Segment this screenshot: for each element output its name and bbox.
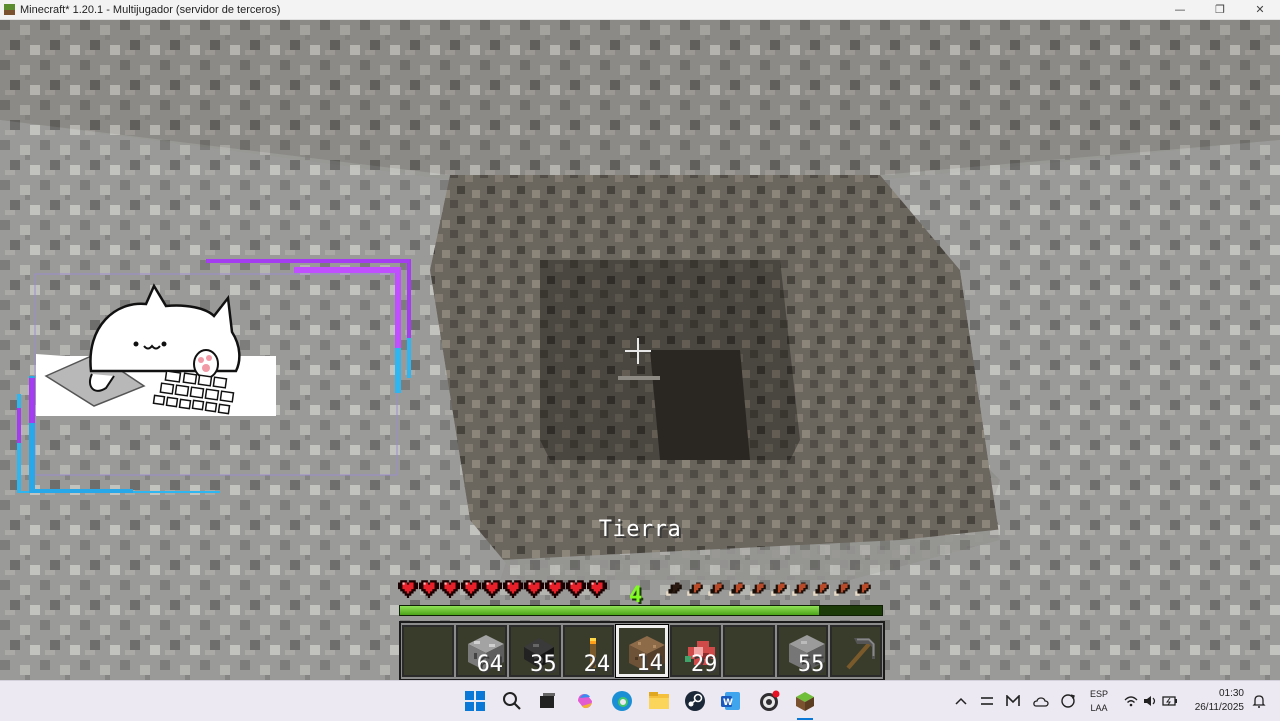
edge-icon[interactable] — [610, 689, 634, 713]
heart-icon — [482, 580, 502, 598]
heart-icon — [440, 580, 460, 598]
item-count: 29 — [690, 652, 718, 677]
hotbar-slot[interactable] — [830, 625, 882, 677]
minecraft-app-icon — [4, 4, 15, 15]
windows-taskbar: W ESP LAA 01:30 26/11/2025 — [0, 680, 1280, 721]
clock-date: 26/11/2025 — [1194, 702, 1244, 713]
hunger-icon — [771, 582, 787, 596]
word-icon[interactable]: W — [719, 689, 743, 713]
tray-app-icon[interactable] — [1004, 689, 1022, 713]
hunger-icon — [708, 582, 724, 596]
heart-icon — [524, 580, 544, 598]
hunger-icon — [813, 582, 829, 596]
bongo-cat-image — [36, 283, 276, 416]
language-code: ESP — [1090, 689, 1109, 699]
hunger-icon — [729, 582, 745, 596]
item-count: 55 — [797, 652, 825, 677]
tray-transfer-icon[interactable] — [978, 689, 996, 713]
health-bar — [398, 578, 607, 598]
task-view-icon[interactable] — [535, 689, 559, 713]
item-count: 35 — [530, 652, 557, 677]
hunger-icon — [834, 582, 850, 596]
hotbar-slot[interactable]: 64 — [455, 625, 508, 677]
system-clock[interactable]: 01:30 26/11/2025 — [1195, 687, 1244, 715]
hotbar-slot[interactable]: 14 — [616, 625, 668, 677]
svg-text:W: W — [723, 698, 733, 708]
restore-icon: ❐ — [1215, 3, 1225, 16]
search-icon[interactable] — [500, 689, 524, 713]
minimize-icon: — — [1174, 3, 1186, 16]
item-count: 24 — [583, 652, 611, 677]
steam-icon[interactable] — [683, 689, 707, 713]
language-indicator[interactable]: ESP LAA — [1090, 687, 1108, 715]
crosshair — [625, 338, 651, 364]
hotbar-slot[interactable]: 55 — [776, 625, 829, 677]
hunger-bar — [664, 578, 873, 598]
item-count: 14 — [636, 651, 663, 676]
hunger-icon — [666, 582, 682, 596]
windows-start-icon[interactable] — [463, 689, 487, 713]
xp-bar-fill — [400, 606, 820, 615]
window-title: Minecraft* 1.20.1 - Multijugador (servid… — [20, 3, 281, 16]
file-explorer-icon[interactable] — [647, 689, 671, 713]
battery-icon[interactable] — [1160, 689, 1180, 713]
hotbar-slot[interactable] — [723, 625, 775, 677]
heart-icon — [587, 580, 607, 598]
hotbar-slot[interactable]: 24 — [562, 625, 615, 677]
volume-icon[interactable] — [1141, 689, 1159, 713]
clock-time: 01:30 — [1218, 688, 1244, 699]
heart-icon — [566, 580, 586, 598]
hotbar[interactable]: 64 35 24 14 29 55 — [399, 621, 885, 680]
chevron-up-icon[interactable] — [952, 689, 970, 713]
heart-icon — [419, 580, 439, 598]
minecraft-icon[interactable] — [793, 689, 817, 713]
hunger-icon — [855, 582, 871, 596]
minimize-button[interactable]: — — [1160, 0, 1200, 19]
held-item-name: Tierra — [598, 517, 682, 542]
hotbar-slot[interactable]: 35 — [509, 625, 561, 677]
stone-pickaxe-icon — [846, 638, 876, 670]
copilot-icon[interactable] — [573, 689, 597, 713]
xp-bar — [399, 605, 883, 616]
game-viewport[interactable]: Tierra 4 64 35 24 14 29 55 — [0, 20, 1280, 680]
keyboard-layout: LAA — [1090, 703, 1108, 713]
heart-icon — [503, 580, 523, 598]
wifi-icon[interactable] — [1122, 689, 1140, 713]
heart-icon — [398, 580, 418, 598]
obs-icon[interactable] — [757, 689, 781, 713]
close-icon: ✕ — [1255, 3, 1265, 16]
heart-icon — [545, 580, 565, 598]
restore-button[interactable]: ❐ — [1200, 0, 1240, 19]
hunger-icon — [792, 582, 808, 596]
notifications-icon[interactable] — [1250, 689, 1268, 713]
hunger-icon — [750, 582, 766, 596]
heart-icon — [461, 580, 481, 598]
close-button[interactable]: ✕ — [1240, 0, 1280, 19]
sync-icon[interactable] — [1058, 689, 1078, 713]
hotbar-slot[interactable] — [402, 625, 454, 677]
window-title-bar[interactable]: Minecraft* 1.20.1 - Multijugador (servid… — [0, 0, 1280, 20]
hunger-icon — [687, 582, 703, 596]
stream-overlay — [16, 258, 416, 493]
item-count: 64 — [476, 652, 504, 677]
hotbar-slot[interactable]: 29 — [669, 625, 722, 677]
onedrive-icon[interactable] — [1031, 689, 1051, 713]
